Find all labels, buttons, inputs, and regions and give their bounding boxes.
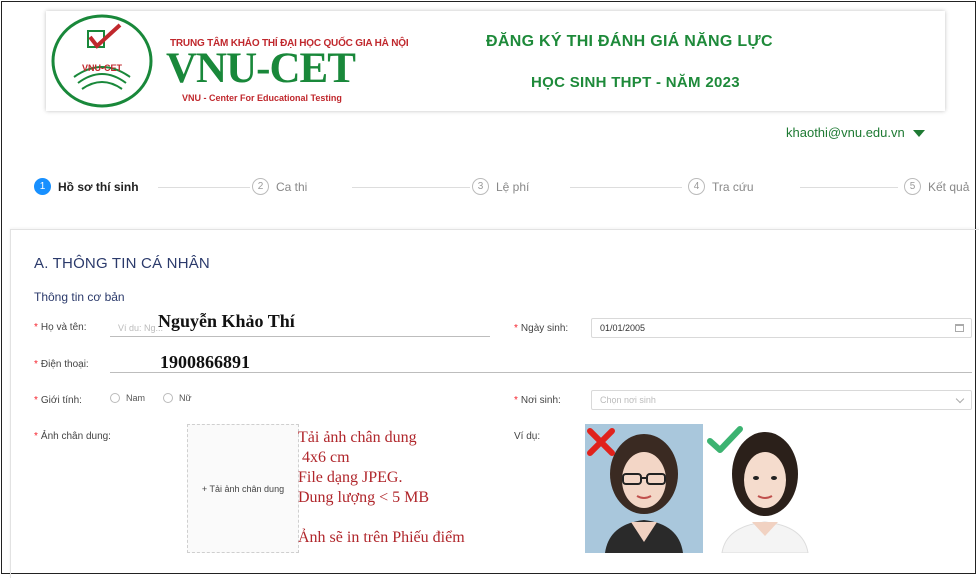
step-number: 5 [904,178,921,195]
svg-text:VNU-CET: VNU-CET [82,63,123,73]
subsection-title: Thông tin cơ bản [34,290,125,304]
radio-circle [163,393,173,403]
step-connector [352,187,470,188]
step-ket-qua[interactable]: 5 Kết quả [904,178,969,195]
fullname-value: Nguyễn Khảo Thí [158,311,295,331]
wrong-x-icon [587,428,615,456]
step-label: Hồ sơ thí sinh [58,179,139,194]
vnu-cet-logo: VNU-CET [51,14,153,108]
photo-label: * Ảnh chân dung: [34,431,111,442]
correct-check-icon [707,426,743,453]
step-connector [570,187,682,188]
step-connector [800,187,898,188]
step-ca-thi[interactable]: 2 Ca thi [252,178,307,195]
step-label: Ca thi [276,179,308,194]
caret-down-icon [912,130,925,137]
upload-label: + Tải ảnh chân dung [201,483,285,494]
gender-label: * Giới tính: [34,395,82,406]
note-line: Ảnh sẽ in trên Phiếu điểm [298,529,465,546]
calendar-icon [955,324,964,332]
step-number: 3 [472,178,489,195]
step-number: 2 [252,178,269,195]
step-label: Lệ phí [496,179,530,194]
birthplace-placeholder: Chọn nơi sinh [600,395,656,405]
phone-label: * Điện thoại: [34,359,89,370]
page-title-line1: ĐĂNG KÝ THI ĐÁNH GIÁ NĂNG LỰC [486,33,773,50]
steps-bar: 1 Hồ sơ thí sinh 2 Ca thi 3 Lệ phí 4 Tra… [34,178,979,198]
note-line: Tải ảnh chân dung [298,429,417,446]
step-label: Tra cứu [712,179,754,194]
birthplace-select[interactable]: Chọn nơi sinh [591,390,972,410]
account-menu[interactable]: khaothi@vnu.edu.vn [786,125,925,140]
note-line: 4x6 cm [298,449,350,466]
phone-value: 1900866891 [160,352,250,372]
gender-radio-nu[interactable]: Nữ [163,393,192,403]
step-connector [158,187,250,188]
fullname-placeholder: Ví du: Ng... [118,323,164,333]
brand-name: VNU-CET [166,45,356,92]
step-tra-cuu[interactable]: 4 Tra cứu [688,178,754,195]
brand-subtitle: VNU - Center For Educational Testing [182,93,342,103]
step-number: 1 [34,178,51,195]
gender-radio-nam[interactable]: Nam [110,393,145,403]
radio-label: Nam [126,393,146,403]
note-line: Dung lượng < 5 MB [298,489,430,506]
radio-label: Nữ [179,393,192,403]
step-le-phi[interactable]: 3 Lệ phí [472,178,529,195]
photo-requirements-note: Tải ảnh chân dung 4x6 cm File dạng JPEG.… [298,428,465,548]
chevron-down-icon [955,394,965,404]
example-label: Ví dụ: [514,431,541,442]
page-title-line2: HỌC SINH THPT - NĂM 2023 [531,74,740,91]
dob-label: * Ngày sinh: [514,323,569,334]
note-line [298,508,465,528]
step-number: 4 [688,178,705,195]
step-ho-so[interactable]: 1 Hồ sơ thí sinh [34,178,139,195]
step-label: Kết quả [928,179,970,194]
header-banner: VNU-CET TRUNG TÂM KHẢO THÍ ĐẠI HỌC QUỐC … [46,11,945,111]
radio-circle [110,393,120,403]
note-line: File dạng JPEG. [298,469,403,486]
dob-input[interactable]: 01/01/2005 [591,318,972,338]
dob-value: 01/01/2005 [600,323,646,333]
section-title: A. THÔNG TIN CÁ NHÂN [34,255,210,272]
photo-upload-button[interactable]: + Tải ảnh chân dung [187,424,299,553]
fullname-label: * Họ và tên: [34,322,87,333]
account-email: khaothi@vnu.edu.vn [786,125,905,140]
birthplace-label: * Nơi sinh: [514,395,561,406]
